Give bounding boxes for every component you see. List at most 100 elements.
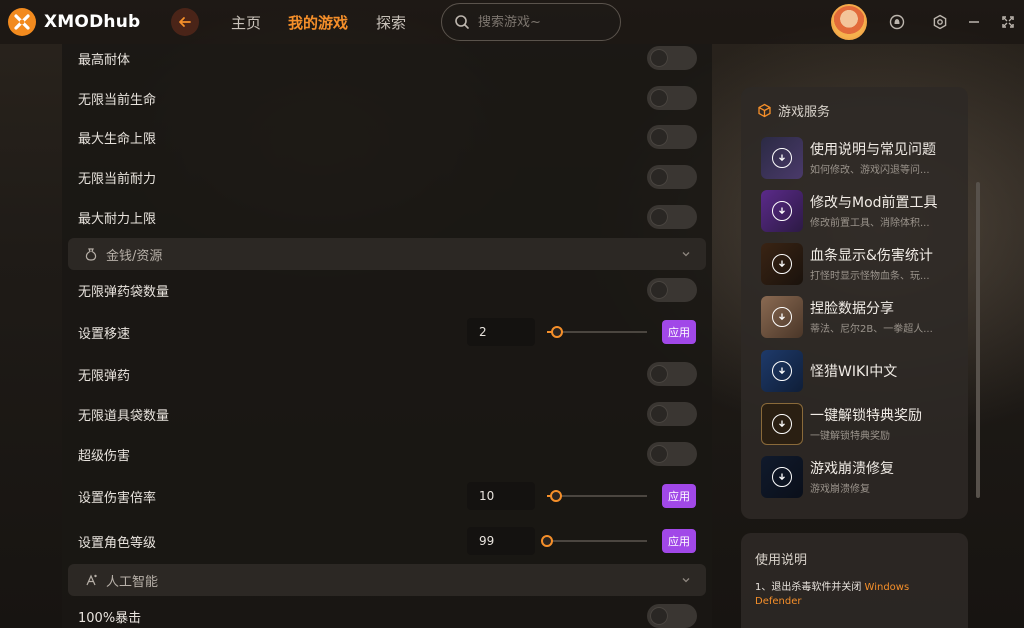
ai-icon: [84, 573, 98, 587]
option-row: 无限弹药袋数量: [62, 270, 712, 310]
option-toggle[interactable]: [647, 125, 697, 149]
option-row: 无限当前耐力: [62, 157, 712, 197]
option-toggle[interactable]: [647, 604, 697, 628]
option-label: 无限当前耐力: [78, 171, 157, 187]
logo-icon: [8, 8, 36, 36]
value-slider[interactable]: [547, 490, 647, 502]
chevron-down-icon[interactable]: [680, 248, 692, 260]
service-item[interactable]: 一键解锁特典奖励 一键解锁特典奖励: [761, 403, 961, 447]
value-slider[interactable]: [541, 535, 647, 547]
slider-track: [547, 495, 647, 497]
back-button[interactable]: [171, 8, 199, 36]
service-item[interactable]: 修改与Mod前置工具 修改前置工具、消除体积...: [761, 190, 961, 234]
download-icon: [772, 307, 792, 327]
search-input[interactable]: [478, 14, 608, 30]
slider-thumb[interactable]: [550, 490, 562, 502]
option-label: 设置角色等级: [78, 535, 157, 551]
value-input[interactable]: [467, 318, 535, 346]
notification-icon[interactable]: [888, 13, 906, 31]
minimize-icon[interactable]: [965, 13, 983, 31]
box-icon: [758, 103, 771, 118]
option-toggle[interactable]: [647, 402, 697, 426]
settings-icon[interactable]: [931, 13, 949, 31]
service-item[interactable]: 使用说明与常见问题 如何修改、游戏闪退等问...: [761, 137, 961, 181]
service-thumbnail: [761, 296, 803, 338]
service-name: 怪猎WIKI中文: [810, 364, 898, 380]
option-toggle[interactable]: [647, 362, 697, 386]
service-name: 使用说明与常见问题: [810, 142, 936, 158]
service-name: 捏脸数据分享: [810, 301, 894, 317]
option-row: 无限道具袋数量: [62, 394, 712, 434]
toggle-knob: [650, 208, 668, 226]
option-label: 无限弹药袋数量: [78, 284, 170, 300]
option-row: 无限弹药: [62, 354, 712, 394]
section-label: 人工智能: [106, 574, 159, 590]
service-thumbnail: [761, 243, 803, 285]
section-header-money[interactable]: 金钱/资源: [68, 238, 706, 270]
toggle-knob: [650, 128, 668, 146]
service-name: 游戏崩溃修复: [810, 461, 894, 477]
option-row: 最大耐力上限: [62, 197, 712, 237]
option-row: 最大生命上限: [62, 117, 712, 157]
option-toggle[interactable]: [647, 86, 697, 110]
value-slider[interactable]: [547, 326, 647, 338]
download-icon: [772, 414, 792, 434]
slider-track: [547, 540, 647, 542]
service-desc: 一键解锁特典奖励: [810, 431, 890, 442]
services-title: 游戏服务: [778, 105, 831, 120]
app-logo[interactable]: XMODhub: [8, 8, 140, 36]
maximize-icon[interactable]: [999, 13, 1017, 31]
service-desc: 游戏崩溃修复: [810, 484, 870, 495]
option-toggle[interactable]: [647, 165, 697, 189]
app-name: XMODhub: [44, 12, 141, 32]
top-bar: XMODhub 主页 我的游戏 探索: [0, 0, 1024, 44]
toggle-knob: [650, 445, 668, 463]
section-header-ai[interactable]: 人工智能: [68, 564, 706, 596]
download-icon: [772, 201, 792, 221]
option-label: 无限弹药: [78, 368, 131, 384]
option-row: 100%暴击: [62, 596, 712, 628]
usage-text: 1、退出杀毒软件并关闭 Windows Defender: [755, 581, 955, 609]
toggle-knob: [650, 405, 668, 423]
arrow-left-icon: [179, 17, 191, 27]
slider-thumb[interactable]: [541, 535, 553, 547]
option-toggle[interactable]: [647, 205, 697, 229]
scrollbar[interactable]: [976, 182, 980, 498]
service-item[interactable]: 捏脸数据分享 蒂法、尼尔2B、一拳超人...: [761, 296, 961, 340]
service-item[interactable]: 怪猎WIKI中文: [761, 350, 961, 394]
usage-title: 使用说明: [755, 553, 808, 568]
usage-line-prefix: 1、退出杀毒软件并关闭: [755, 582, 865, 593]
chevron-down-icon[interactable]: [680, 574, 692, 586]
option-toggle[interactable]: [647, 46, 697, 70]
option-label: 100%暴击: [78, 610, 142, 626]
service-item[interactable]: 血条显示&伤害统计 打怪时显示怪物血条、玩...: [761, 243, 961, 287]
value-input[interactable]: [467, 527, 535, 555]
nav-home[interactable]: 主页: [231, 12, 261, 33]
service-thumbnail: [761, 350, 803, 392]
nav-explore[interactable]: 探索: [376, 12, 406, 33]
option-label: 设置移速: [78, 326, 131, 342]
apply-button[interactable]: 应用: [662, 320, 696, 344]
download-icon: [772, 148, 792, 168]
search-icon: [455, 15, 469, 29]
services-header: 游戏服务: [757, 101, 830, 120]
service-thumbnail: [761, 137, 803, 179]
service-name: 血条显示&伤害统计: [810, 248, 933, 264]
money-bag-icon: [84, 247, 98, 261]
apply-button[interactable]: 应用: [662, 484, 696, 508]
cheat-options-panel: 最高耐体 无限当前生命 最大生命上限 无限当前耐力 最大耐力上限 金钱/资源 无…: [62, 44, 712, 628]
option-toggle[interactable]: [647, 442, 697, 466]
slider-row: 设置移速 应用: [62, 312, 712, 352]
nav-my-games[interactable]: 我的游戏: [288, 12, 348, 33]
service-item[interactable]: 游戏崩溃修复 游戏崩溃修复: [761, 456, 961, 500]
search-box[interactable]: [441, 3, 621, 41]
service-desc: 蒂法、尼尔2B、一拳超人...: [810, 324, 933, 335]
value-input[interactable]: [467, 482, 535, 510]
toggle-knob: [650, 607, 668, 625]
option-row: 最高耐体: [62, 44, 712, 78]
apply-button[interactable]: 应用: [662, 529, 696, 553]
option-toggle[interactable]: [647, 278, 697, 302]
avatar[interactable]: [831, 4, 867, 40]
slider-thumb[interactable]: [551, 326, 563, 338]
option-label: 超级伤害: [78, 448, 131, 464]
